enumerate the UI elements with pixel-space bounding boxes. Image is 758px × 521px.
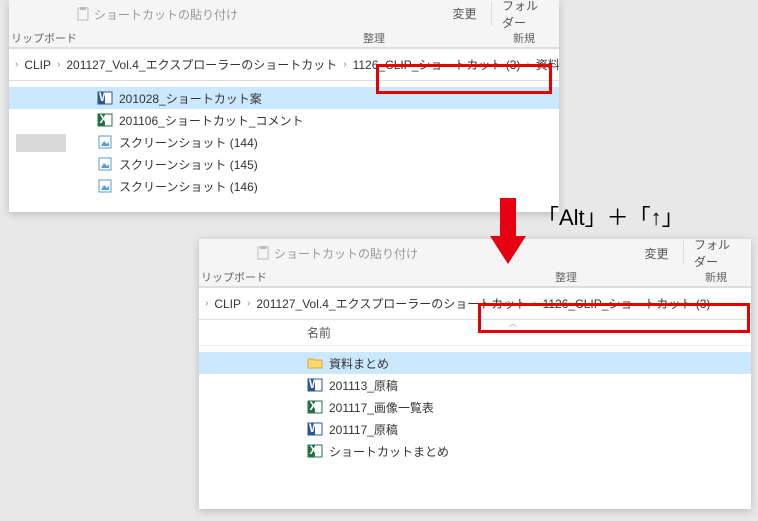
column-header[interactable]: 名前 ︿	[199, 320, 751, 346]
svg-text:W: W	[309, 377, 321, 391]
breadcrumb-item[interactable]: CLIP	[210, 297, 245, 311]
breadcrumb-item[interactable]: CLIP	[20, 58, 55, 72]
svg-text:W: W	[99, 90, 111, 104]
ribbon: ショートカットの貼り付け 変更 フォルダー リップボード 整理 新規	[199, 239, 751, 288]
new-section-label: 新規	[489, 28, 559, 47]
word-doc-icon: W	[307, 421, 323, 437]
excel-doc-icon: X	[307, 443, 323, 459]
excel-doc-icon: X	[97, 112, 113, 128]
paste-shortcut-button[interactable]: ショートカットの貼り付け	[69, 4, 244, 25]
chevron-right-icon: ›	[524, 59, 531, 70]
organize-section-label: 整理	[531, 267, 601, 286]
list-item[interactable]: X ショートカットまとめ	[199, 440, 751, 462]
chevron-right-icon: ›	[203, 298, 210, 309]
paste-shortcut-label: ショートカットの貼り付け	[94, 6, 238, 23]
paste-icon	[255, 245, 271, 261]
file-name: 資料まとめ	[329, 355, 389, 372]
breadcrumb-bar[interactable]: › CLIP › 201127_Vol.4_エクスプローラーのショートカット ›…	[9, 49, 559, 81]
svg-text:W: W	[309, 421, 321, 435]
paste-icon	[75, 6, 91, 22]
breadcrumb-item[interactable]: 201127_Vol.4_エクスプローラーのショートカット	[252, 295, 531, 312]
file-name: 201106_ショートカット_コメント	[119, 112, 304, 129]
explorer-window-before: ショートカットの貼り付け 変更 フォルダー リップボード 整理 新規 › CLI…	[9, 0, 559, 212]
rename-button[interactable]: 変更	[442, 6, 487, 22]
rename-label: 変更	[452, 8, 476, 20]
clipboard-section-label: リップボード	[199, 267, 269, 286]
explorer-window-after: ショートカットの貼り付け 変更 フォルダー リップボード 整理 新規 › CLI…	[199, 239, 751, 509]
file-name: スクリーンショット (146)	[119, 178, 258, 195]
paste-shortcut-button[interactable]: ショートカットの貼り付け	[249, 243, 424, 264]
folder-icon	[307, 355, 323, 371]
organize-section-label: 整理	[339, 28, 409, 47]
breadcrumb-item[interactable]: 1126_CLIP_ショートカット (3)	[539, 295, 715, 312]
file-name: 201028_ショートカット案	[119, 90, 262, 107]
file-name: スクリーンショット (144)	[119, 134, 258, 151]
list-item[interactable]: X 201117_画像一覧表	[199, 396, 751, 418]
breadcrumb-item[interactable]: 資料まとめ	[532, 56, 559, 73]
file-list[interactable]: 資料まとめ W 201113_原稿 X 201117_画像一覧表 W 20111…	[199, 346, 751, 468]
arrow-down-icon	[490, 198, 526, 266]
redaction-box	[16, 134, 66, 152]
chevron-right-icon: ›	[55, 59, 62, 70]
chevron-right-icon: ›	[341, 59, 348, 70]
svg-text:X: X	[310, 399, 318, 413]
list-item[interactable]: W 201117_原稿	[199, 418, 751, 440]
word-doc-icon: W	[97, 90, 113, 106]
list-item[interactable]: スクリーンショット (144)	[9, 131, 559, 153]
sort-indicator-icon: ︿	[509, 318, 517, 329]
list-item[interactable]: X 201106_ショートカット_コメント	[9, 109, 559, 131]
shortcut-text: 「Alt」＋「↑」	[537, 200, 684, 232]
svg-text:X: X	[100, 112, 108, 126]
file-name: 201113_原稿	[329, 377, 398, 394]
new-section-label: 新規	[681, 267, 751, 286]
list-item[interactable]: スクリーンショット (146)	[9, 175, 559, 197]
name-column-label: 名前	[307, 324, 331, 341]
image-file-icon	[97, 178, 113, 194]
breadcrumb-bar[interactable]: › CLIP › 201127_Vol.4_エクスプローラーのショートカット ›…	[199, 288, 751, 320]
rename-label: 変更	[644, 245, 668, 262]
file-name: 201117_画像一覧表	[329, 399, 434, 416]
excel-doc-icon: X	[307, 399, 323, 415]
folder-label: フォルダー	[502, 0, 545, 31]
ribbon: ショートカットの貼り付け 変更 フォルダー リップボード 整理 新規	[9, 0, 559, 49]
chevron-right-icon: ›	[245, 298, 252, 309]
chevron-right-icon: ›	[531, 298, 538, 309]
chevron-right-icon: ›	[13, 59, 20, 70]
image-file-icon	[97, 156, 113, 172]
clipboard-section-label: リップボード	[9, 28, 79, 47]
folder-label: フォルダー	[694, 239, 737, 270]
file-name: 201117_原稿	[329, 421, 398, 438]
list-item[interactable]: W 201113_原稿	[199, 374, 751, 396]
paste-shortcut-label: ショートカットの貼り付け	[274, 245, 418, 262]
image-file-icon	[97, 134, 113, 150]
list-item[interactable]: W 201028_ショートカット案	[9, 87, 559, 109]
file-list[interactable]: W 201028_ショートカット案 X 201106_ショートカット_コメント …	[9, 81, 559, 203]
word-doc-icon: W	[307, 377, 323, 393]
list-item[interactable]: 資料まとめ	[199, 352, 751, 374]
copy-partial	[618, 251, 630, 255]
list-item[interactable]: スクリーンショット (145)	[9, 153, 559, 175]
file-name: スクリーンショット (145)	[119, 156, 258, 173]
breadcrumb-item[interactable]: 1126_CLIP_ショートカット (3)	[349, 56, 525, 73]
svg-text:X: X	[310, 443, 318, 457]
file-name: ショートカットまとめ	[329, 443, 449, 460]
breadcrumb-item[interactable]: 201127_Vol.4_エクスプローラーのショートカット	[62, 56, 341, 73]
rename-button[interactable]: 変更	[634, 243, 679, 264]
